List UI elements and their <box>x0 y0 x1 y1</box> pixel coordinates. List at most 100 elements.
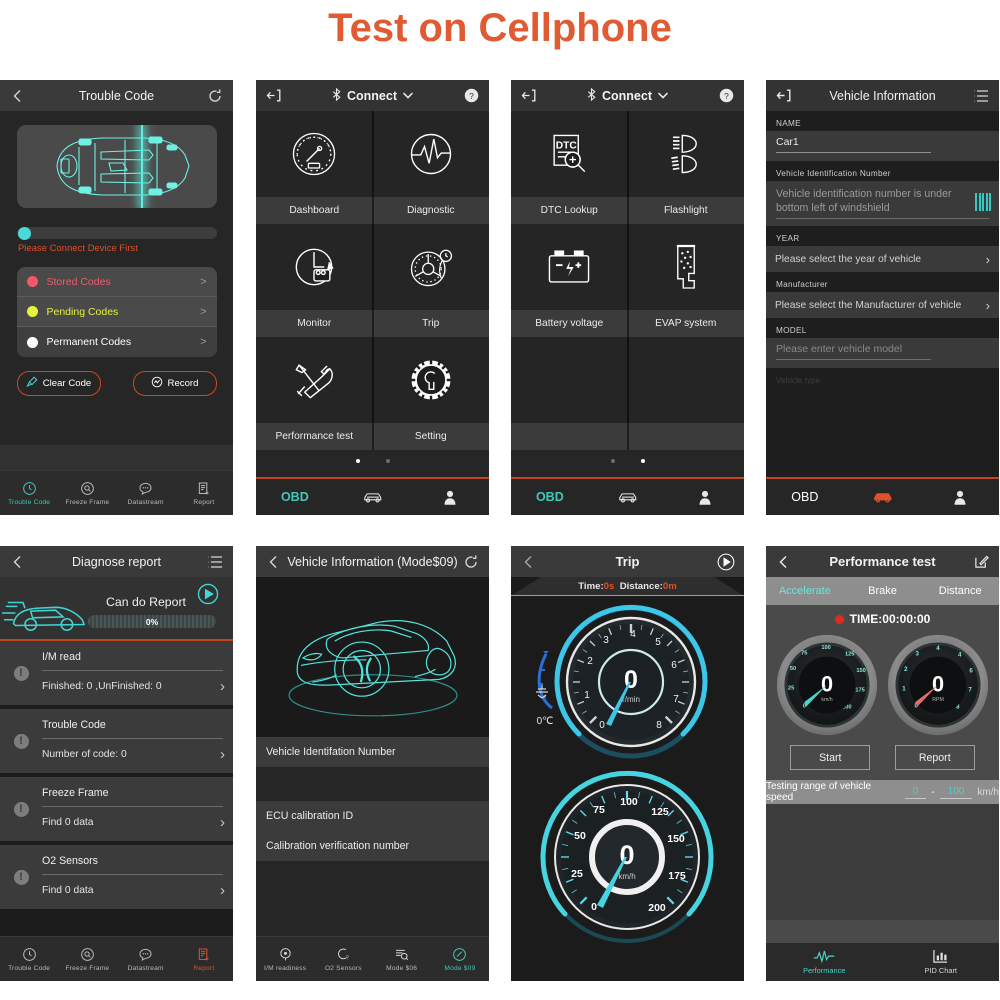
nav-item-trouble-code[interactable]: Trouble Code <box>0 481 58 506</box>
tile-battery-voltage[interactable]: Battery voltage <box>511 224 628 337</box>
list-item-vin[interactable]: Vehicle Identifation Number <box>256 737 489 767</box>
nav-item-mode09[interactable]: Mode $09 <box>431 947 489 972</box>
tile-setting[interactable]: Setting <box>372 337 490 450</box>
nav-item-datastream[interactable]: Datastream <box>117 947 175 972</box>
page-dot-2[interactable] <box>385 459 390 463</box>
page-dot-1[interactable] <box>610 459 615 463</box>
name-input[interactable]: Car1 <box>776 136 931 153</box>
tile-dtc-lookup[interactable]: DTC DTC Lookup <box>511 111 628 224</box>
item-title: O2 Sensors <box>42 855 98 867</box>
nav-item-pid-chart[interactable]: PID Chart <box>883 949 1000 975</box>
play-button[interactable] <box>197 583 219 605</box>
tab-profile[interactable] <box>666 490 744 505</box>
back-arrow-icon[interactable] <box>265 553 283 571</box>
tile-monitor[interactable]: Monitor <box>256 224 373 337</box>
connect-title-group[interactable]: Connect <box>283 87 462 104</box>
back-arrow-icon[interactable] <box>9 87 27 105</box>
help-icon[interactable]: ? <box>462 87 480 105</box>
svg-text:4: 4 <box>958 652 962 659</box>
tab-profile[interactable] <box>411 490 489 505</box>
empty-area <box>766 804 999 920</box>
nav-item-report[interactable]: Report <box>175 481 233 506</box>
nav-item-trouble-code[interactable]: Trouble Code <box>0 947 58 972</box>
tab-brake[interactable]: Brake <box>844 585 922 597</box>
tile-dashboard[interactable]: Dashboard <box>256 111 373 224</box>
person-icon <box>954 490 966 505</box>
tile-evap-system[interactable]: EVAP system <box>627 224 744 337</box>
tile-label: Dashboard <box>256 197 373 224</box>
back-arrow-icon[interactable] <box>520 553 538 571</box>
tab-profile[interactable] <box>921 490 999 505</box>
model-input[interactable]: Please enter vehicle model <box>776 343 931 360</box>
nav-item-freeze-frame[interactable]: Freeze Frame <box>58 947 116 972</box>
list-item-calibration-verification-number[interactable]: Calibration verification number <box>256 831 489 861</box>
gear-wrench-icon <box>373 337 490 423</box>
connect-label: Connect <box>347 88 397 103</box>
vin-field-wrap[interactable]: Vehicle identification number is under b… <box>766 181 999 226</box>
back-arrow-icon[interactable] <box>775 553 793 571</box>
list-item-stored-codes[interactable]: Stored Codes > <box>16 267 217 297</box>
refresh-icon[interactable] <box>206 87 224 105</box>
row-label: Calibration verification number <box>266 840 410 852</box>
connect-title-group[interactable]: Connect <box>538 87 717 104</box>
report-button[interactable]: Report <box>894 745 975 770</box>
back-exit-icon[interactable] <box>520 87 538 105</box>
connect-message: Please Connect Device First <box>18 243 138 253</box>
tab-accelerate[interactable]: Accelerate <box>766 585 844 597</box>
year-select[interactable]: Please select the year of vehicle › <box>766 246 999 272</box>
list-item[interactable]: ! I/M read Finished: 0 ,UnFinished: 0 › <box>0 641 233 705</box>
tile-performance-test[interactable]: Performance test <box>256 337 373 450</box>
start-button[interactable]: Start <box>790 745 871 770</box>
phone-performance-test: Performance test Accelerate Brake Distan… <box>766 546 999 981</box>
page-heading: Vehicle Information (Mode$09) <box>287 554 458 569</box>
page-dot-1[interactable] <box>355 459 360 463</box>
back-exit-icon[interactable] <box>265 87 283 105</box>
list-menu-icon[interactable] <box>972 87 990 105</box>
tab-obd[interactable]: OBD <box>511 490 589 504</box>
list-item-permanent-codes[interactable]: Permanent Codes > <box>16 327 217 357</box>
manufacturer-select[interactable]: Please select the Manufacturer of vehicl… <box>766 292 999 318</box>
tab-obd[interactable]: OBD <box>766 490 844 504</box>
clear-code-button[interactable]: Clear Code <box>16 371 101 396</box>
list-menu-icon[interactable] <box>206 553 224 571</box>
nav-item-datastream[interactable]: Datastream <box>117 481 175 506</box>
edit-icon[interactable] <box>972 553 990 571</box>
barcode-scan-icon[interactable] <box>975 193 991 211</box>
list-item-ecu-calibration-id[interactable]: ECU calibration ID <box>256 801 489 831</box>
row-label: ECU calibration ID <box>266 810 354 822</box>
tab-obd[interactable]: OBD <box>256 490 334 504</box>
help-icon[interactable]: ? <box>717 87 735 105</box>
name-field-wrap[interactable]: Car1 <box>766 131 999 161</box>
tile-diagnostic[interactable]: Diagnostic <box>372 111 489 224</box>
mode09-icon <box>453 947 467 961</box>
range-min-input[interactable]: 0 <box>904 786 927 799</box>
range-max-input[interactable]: 100 <box>939 786 973 799</box>
nav-item-o2-sensors[interactable]: ? O2 Sensors <box>314 947 372 972</box>
tab-vehicle[interactable] <box>844 491 922 504</box>
back-exit-icon[interactable] <box>775 87 793 105</box>
warning-icon: ! <box>0 845 42 909</box>
nav-item-performance[interactable]: Performance <box>766 950 883 975</box>
tile-trip[interactable]: Trip <box>372 224 489 337</box>
vin-input[interactable]: Vehicle identification number is under b… <box>776 187 989 219</box>
model-field-wrap[interactable]: Please enter vehicle model <box>766 338 999 368</box>
play-button[interactable] <box>717 553 735 571</box>
record-button[interactable]: Record <box>132 371 217 396</box>
list-item-pending-codes[interactable]: Pending Codes > <box>16 297 217 327</box>
list-item[interactable]: ! O2 Sensors Find 0 data › <box>0 845 233 909</box>
nav-item-freeze-frame[interactable]: Freeze Frame <box>58 481 116 506</box>
chevron-right-icon: › <box>220 882 225 899</box>
list-item[interactable]: ! Freeze Frame Find 0 data › <box>0 777 233 841</box>
back-arrow-icon[interactable] <box>9 553 27 571</box>
list-item[interactable]: ! Trouble Code Number of code: 0 › <box>0 709 233 773</box>
nav-item-report[interactable]: Report <box>175 947 233 972</box>
tab-distance[interactable]: Distance <box>921 585 999 597</box>
tab-vehicle[interactable] <box>589 491 667 504</box>
nav-item-mode06[interactable]: Mode $06 <box>373 947 431 972</box>
tab-vehicle[interactable] <box>334 491 412 504</box>
tile-flashlight[interactable]: Flashlight <box>627 111 744 224</box>
nav-item-im-readiness[interactable]: I/M readiness <box>256 947 314 972</box>
refresh-icon[interactable] <box>462 553 480 571</box>
progress-handle[interactable] <box>17 227 31 240</box>
page-dot-2[interactable] <box>640 459 645 463</box>
